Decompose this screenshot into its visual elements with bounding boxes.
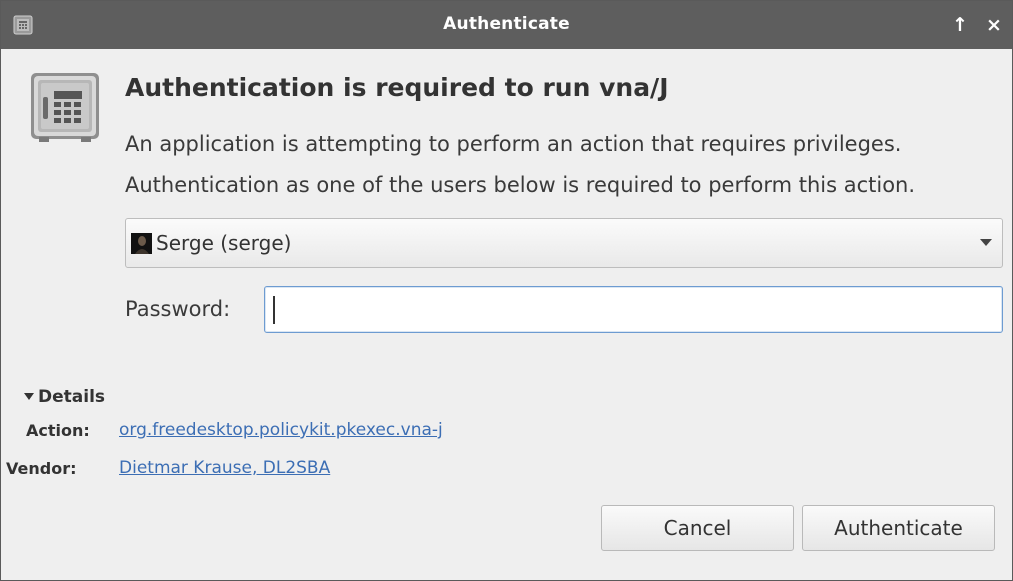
password-label: Password: — [125, 297, 231, 321]
description-line-2: Authentication as one of the users below… — [125, 173, 916, 197]
vendor-label: Vendor: — [6, 459, 77, 478]
details-expander-label: Details — [38, 387, 106, 407]
action-label: Action: — [26, 421, 90, 440]
keep-above-button[interactable]: ↑ — [949, 14, 971, 36]
authenticate-dialog: Authenticate ↑ × Authentication is requi… — [0, 0, 1013, 581]
close-button[interactable]: × — [983, 14, 1005, 36]
password-input[interactable] — [264, 286, 1003, 333]
cancel-button[interactable]: Cancel — [601, 505, 794, 551]
user-avatar-icon — [131, 233, 152, 254]
chevron-down-icon — [980, 239, 992, 246]
action-link[interactable]: org.freedesktop.policykit.pkexec.vna-j — [119, 420, 443, 440]
window-title: Authenticate — [443, 14, 570, 34]
vendor-link[interactable]: Dietmar Krause, DL2SBA — [119, 458, 330, 478]
triangle-down-icon — [24, 393, 34, 400]
dialog-heading: Authentication is required to run vna/J — [125, 73, 669, 102]
safe-lock-icon — [31, 73, 99, 142]
title-bar[interactable]: Authenticate ↑ × — [1, 1, 1012, 49]
selected-user-label: Serge (serge) — [156, 231, 292, 255]
details-expander[interactable]: Details — [24, 387, 105, 407]
description-line-1: An application is attempting to perform … — [125, 132, 902, 156]
text-cursor — [273, 296, 275, 324]
user-select-dropdown[interactable]: Serge (serge) — [125, 218, 1003, 268]
authenticate-button[interactable]: Authenticate — [802, 505, 995, 551]
